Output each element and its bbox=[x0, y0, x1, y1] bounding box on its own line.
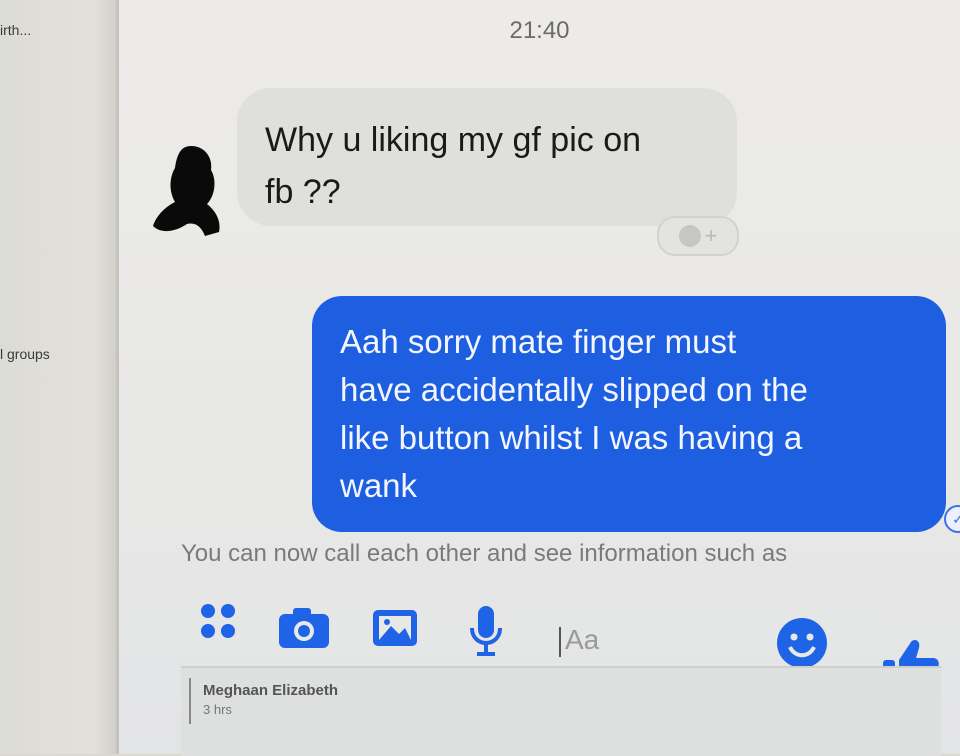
sidebar-item-birth[interactable]: irth... bbox=[0, 22, 31, 38]
gallery-icon[interactable] bbox=[371, 608, 419, 648]
add-reaction-button[interactable]: + bbox=[657, 216, 739, 256]
more-icon[interactable] bbox=[197, 600, 241, 644]
outgoing-message-line: like button whilst I was having a bbox=[340, 419, 803, 456]
chat-panel: 21:40 Why u liking my gf pic on fb ?? + … bbox=[119, 0, 960, 756]
message-input-placeholder: Aa bbox=[565, 624, 600, 655]
notification-sender-name: Meghaan Elizabeth bbox=[203, 682, 339, 699]
message-input[interactable]: Aa bbox=[551, 614, 811, 666]
sidebar-item-groups[interactable]: l groups bbox=[0, 346, 50, 362]
text-caret bbox=[559, 626, 561, 657]
notification-divider bbox=[189, 678, 191, 724]
outgoing-message-line: have accidentally slipped on the bbox=[340, 371, 808, 408]
incoming-message-bubble: Why u liking my gf pic on fb ?? bbox=[237, 88, 737, 226]
notification-footer[interactable]: Meghaan Elizabeth 3 hrs bbox=[181, 666, 941, 756]
outgoing-message-line: Aah sorry mate finger must bbox=[340, 323, 737, 360]
notification-time: 3 hrs bbox=[203, 702, 232, 717]
plus-icon: + bbox=[704, 223, 718, 248]
incoming-message-line: fb ?? bbox=[265, 173, 341, 211]
mic-icon[interactable] bbox=[469, 604, 503, 658]
avatar[interactable] bbox=[147, 140, 227, 240]
emoji-icon[interactable] bbox=[775, 616, 829, 670]
call-info-text: You can now call each other and see info… bbox=[181, 540, 788, 567]
outgoing-message-bubble: Aah sorry mate finger must have accident… bbox=[312, 296, 946, 532]
camera-icon[interactable] bbox=[277, 606, 331, 650]
seen-check-icon: ✓ bbox=[944, 505, 960, 533]
left-sidebar: irth... l groups bbox=[0, 0, 118, 754]
outgoing-message-line: wank bbox=[340, 467, 418, 504]
reaction-icon bbox=[678, 225, 701, 247]
incoming-message-line: Why u liking my gf pic on bbox=[265, 121, 642, 159]
message-timestamp: 21:40 bbox=[509, 17, 570, 44]
